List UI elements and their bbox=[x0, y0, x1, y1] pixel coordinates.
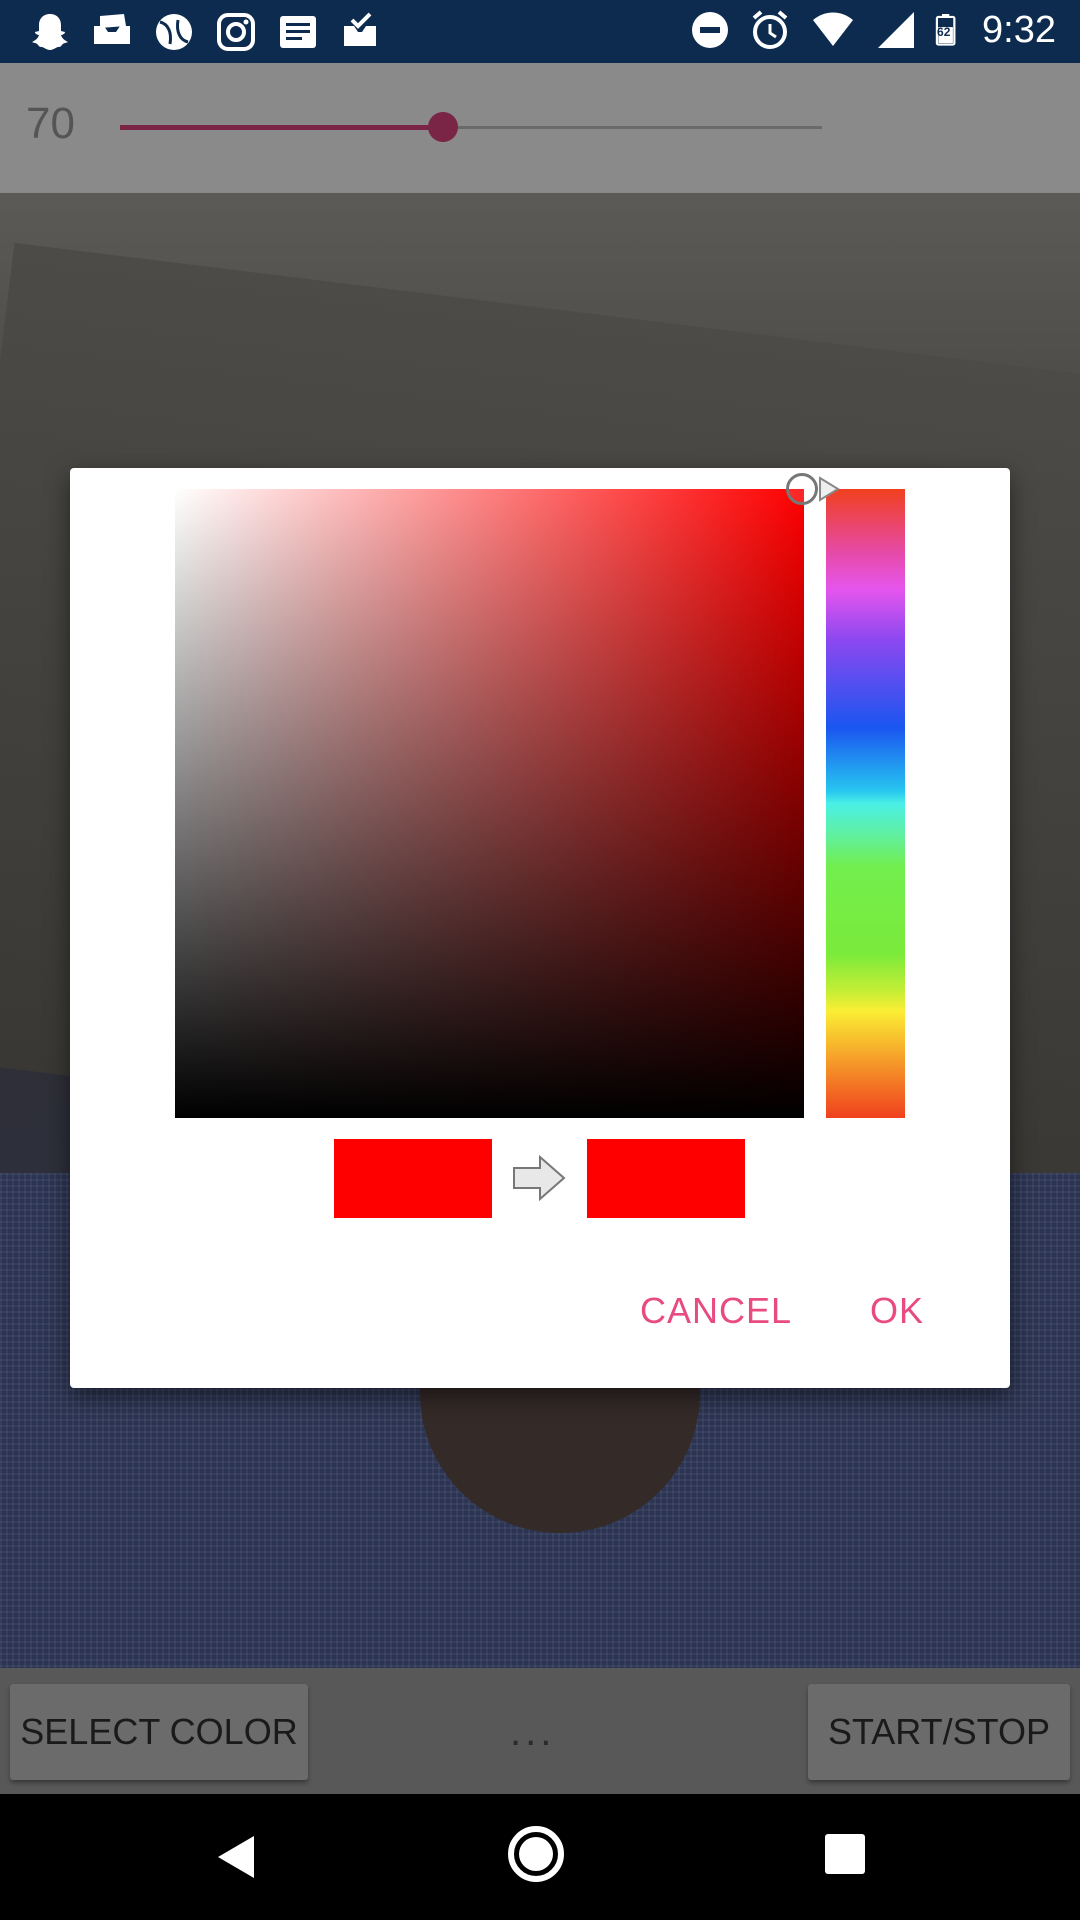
battery-icon: 62 bbox=[934, 6, 966, 54]
status-bar: 62 9:32 bbox=[0, 0, 1080, 63]
news-icon bbox=[280, 16, 316, 48]
back-icon[interactable] bbox=[216, 1834, 256, 1880]
hue-bar[interactable] bbox=[826, 489, 905, 1118]
signal-icon bbox=[878, 12, 915, 48]
slider-area: 70 bbox=[0, 63, 1080, 193]
threshold-slider[interactable] bbox=[120, 112, 822, 142]
instagram-icon bbox=[217, 13, 255, 51]
battery-level: 62 bbox=[937, 25, 951, 39]
select-color-button[interactable]: SELECT COLOR bbox=[10, 1684, 308, 1780]
cancel-button[interactable]: CANCEL bbox=[640, 1290, 792, 1332]
old-color-swatch bbox=[334, 1139, 492, 1218]
bottom-bar: SELECT COLOR ... START/STOP bbox=[0, 1668, 1080, 1794]
more-dots: ... bbox=[510, 1710, 556, 1754]
slider-fill bbox=[120, 125, 444, 130]
color-picker-dialog: CANCEL OK bbox=[70, 468, 1010, 1388]
slider-thumb[interactable] bbox=[428, 112, 459, 142]
alarm-icon bbox=[752, 10, 788, 49]
recent-apps-icon[interactable] bbox=[825, 1795, 867, 1915]
inbox-icon bbox=[94, 14, 130, 44]
start-stop-button[interactable]: START/STOP bbox=[808, 1684, 1070, 1780]
saturation-value-panel[interactable] bbox=[175, 489, 804, 1118]
new-color-swatch bbox=[587, 1139, 745, 1218]
hue-handle-icon[interactable] bbox=[818, 476, 840, 502]
snapchat-icon bbox=[32, 14, 68, 50]
clipboard-icon bbox=[344, 12, 376, 46]
navigation-bar bbox=[0, 1794, 1080, 1920]
notification-icons bbox=[28, 8, 382, 56]
do-not-disturb-icon bbox=[692, 12, 729, 48]
arrow-right-icon bbox=[513, 1155, 566, 1201]
ok-button[interactable]: OK bbox=[870, 1290, 924, 1332]
slider-value-label: 70 bbox=[26, 99, 75, 148]
saturation-value-handle[interactable] bbox=[786, 473, 818, 505]
clock: 9:32 bbox=[982, 8, 1056, 51]
wifi-icon bbox=[813, 12, 854, 46]
system-icons: 62 9:32 bbox=[688, 6, 1056, 54]
ball-icon bbox=[156, 14, 192, 50]
home-icon[interactable] bbox=[508, 1826, 564, 1882]
